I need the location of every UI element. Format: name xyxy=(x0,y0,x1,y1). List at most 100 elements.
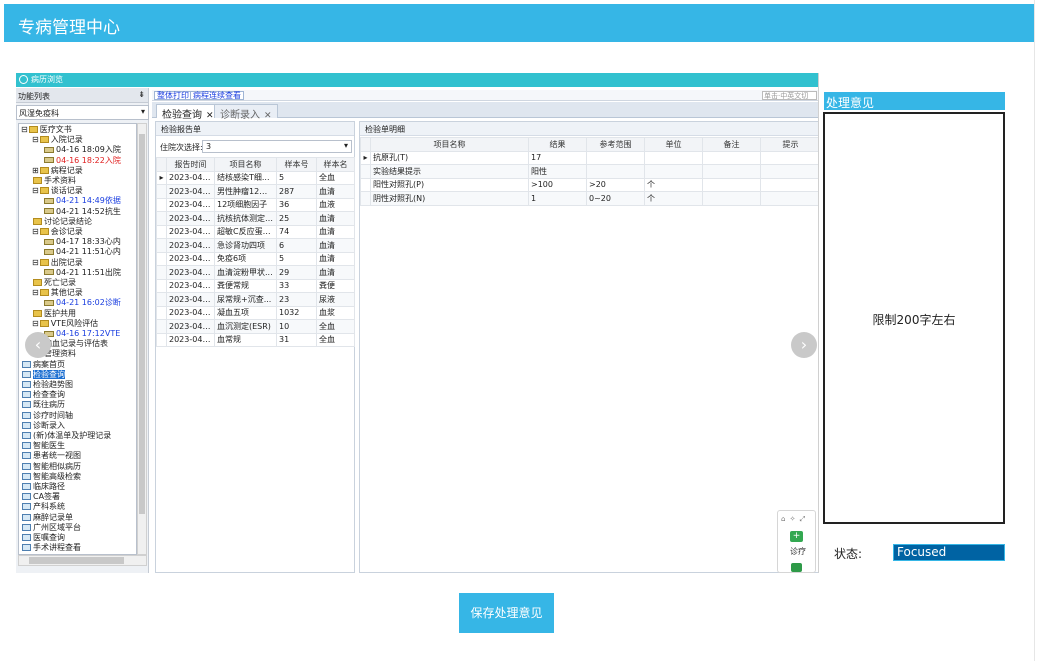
table-row[interactable]: 2023-04-1... 男性肿瘤12项... 287 血清 xyxy=(156,184,355,199)
table-row[interactable]: 2023-04-1... 粪便常规 33 粪便 xyxy=(156,278,355,293)
expand-toggle-icon[interactable]: ⊟ xyxy=(21,125,28,134)
expand-toggle-icon[interactable]: ⊞ xyxy=(32,166,39,175)
search-input[interactable]: 单击·中英文切 xyxy=(762,91,817,100)
tree-item[interactable]: 患者统一视图 xyxy=(21,451,81,461)
tree-item[interactable]: 死亡记录 xyxy=(32,278,76,288)
tree-item[interactable]: 既往病历 xyxy=(21,400,65,410)
tree-horizontal-scrollbar[interactable] xyxy=(18,555,147,566)
table-row[interactable]: 2023-04-1... 急诊肾功四项 6 血清 xyxy=(156,238,355,253)
visit-select[interactable]: 3 ▾ xyxy=(202,140,352,153)
table-row[interactable]: 2023-04-1... 12项细胞因子 36 血液 xyxy=(156,197,355,212)
tree-item[interactable]: 医嘱查询 xyxy=(21,533,65,543)
tree-item[interactable]: ⊟ VTE风险评估 xyxy=(32,319,98,329)
tree-item[interactable]: ⊟ 谈话记录 xyxy=(32,186,83,196)
table-row[interactable]: 阴性对照孔(N) 1 0~20 个 xyxy=(360,191,818,206)
table-row[interactable]: 实验结果提示 阳性 xyxy=(360,164,818,179)
table-row[interactable]: 2023-04-1... 凝血五项 1032 血浆 xyxy=(156,305,355,320)
table-row[interactable]: 2023-04-1... 血清淀粉甲状... 29 血清 xyxy=(156,265,355,280)
clinic-plus-icon[interactable]: + xyxy=(790,531,803,542)
tab-lab-query[interactable]: 检验查询 ✕ xyxy=(156,104,220,121)
table-row[interactable]: 2023-04-1... 抗核抗体测定(... 25 血清 xyxy=(156,211,355,226)
save-opinion-button[interactable]: 保存处理意见 xyxy=(459,593,554,633)
print-all-button[interactable]: 整体打印 xyxy=(154,91,192,100)
tree-item[interactable]: 医护共用 xyxy=(32,309,76,319)
pin-icon[interactable]: ⇟ xyxy=(138,90,145,99)
tree-item[interactable]: 04-21 16:02诊断 xyxy=(43,298,121,308)
tree-item[interactable]: 04-21 14:49依据 xyxy=(43,196,121,206)
tree-item[interactable]: CA签署 xyxy=(21,492,60,502)
column-header[interactable]: 备注 xyxy=(702,137,761,152)
close-icon[interactable]: ✕ xyxy=(264,111,272,121)
tree-item[interactable]: ⊟ 会诊记录 xyxy=(32,227,83,237)
table-row[interactable]: 阳性对照孔(P) >100 >20 个 xyxy=(360,177,818,192)
tree-item[interactable]: ⊟ 医疗文书 xyxy=(21,125,72,135)
table-row[interactable]: ▸ 抗原孔(T) 17 xyxy=(360,150,818,165)
tree-item[interactable]: 诊疗时间轴 xyxy=(21,411,73,421)
department-select[interactable]: 风湿免疫科 ▾ xyxy=(16,105,149,120)
expand-toggle-icon[interactable]: ⊟ xyxy=(32,186,39,195)
column-header[interactable]: 项目名称 xyxy=(214,157,277,172)
column-header[interactable]: 样本名 xyxy=(316,157,355,172)
continuous-view-button[interactable]: 病程连续查看 xyxy=(190,91,244,100)
tree-item[interactable]: 智能相似病历 xyxy=(21,462,81,472)
column-header[interactable]: 结果 xyxy=(528,137,587,152)
tree-item[interactable]: 产科系统 xyxy=(21,502,65,512)
tree-item[interactable]: 04-16 18:09入院 xyxy=(43,145,121,155)
expand-toggle-icon[interactable]: ⊟ xyxy=(32,319,39,328)
tab-diagnosis-entry[interactable]: 诊断录入 ✕ xyxy=(214,104,278,121)
table-row[interactable]: 2023-04-1... 免疫6项 5 血清 xyxy=(156,251,355,266)
column-header[interactable]: 报告时间 xyxy=(166,157,215,172)
tree-item[interactable]: 智能医生 xyxy=(21,441,65,451)
clinic-label[interactable]: 诊疗 xyxy=(790,546,806,557)
next-arrow-button[interactable]: › xyxy=(791,332,817,358)
expand-toggle-icon[interactable]: ⊟ xyxy=(32,135,39,144)
tree-item[interactable]: 广州区域平台 xyxy=(21,523,81,533)
expand-toggle-icon[interactable]: ⊟ xyxy=(32,258,39,267)
tree-item[interactable]: 讨论记录结论 xyxy=(32,217,92,227)
tree-item[interactable]: 04-21 14:52抗生 xyxy=(43,207,121,217)
tree-item[interactable]: 智能高级检索 xyxy=(21,472,81,482)
scrollbar-thumb[interactable] xyxy=(29,557,124,564)
tree-item[interactable]: 病案首页 xyxy=(21,360,65,370)
scrollbar-thumb[interactable] xyxy=(139,134,145,514)
tree-item[interactable]: 04-16 17:12VTE xyxy=(43,329,120,339)
prev-arrow-button[interactable]: ‹ xyxy=(25,332,51,358)
table-row[interactable]: 2023-04-1... 血沉测定(ESR) 10 全血 xyxy=(156,319,355,334)
lab-detail-rows: ▸ 抗原孔(T) 17 实验结果提示 阳性 阳性对照孔(P) >100 >20 个阴性对照孔(N… xyxy=(360,150,818,206)
tree-vertical-scrollbar[interactable] xyxy=(137,123,147,555)
tree-item[interactable]: 04-17 18:33心内 xyxy=(43,237,121,247)
tree-item[interactable]: 诊断录入 xyxy=(21,421,65,431)
table-cell: 血沉测定(ESR) xyxy=(214,319,277,334)
column-header[interactable]: 单位 xyxy=(644,137,703,152)
close-icon[interactable]: ✕ xyxy=(206,111,214,121)
column-header[interactable]: 项目名称 xyxy=(370,137,529,152)
table-row[interactable]: 2023-04-1... 血常规 31 全血 xyxy=(156,332,355,347)
tree-item[interactable]: 麻醉记录单 xyxy=(21,513,73,523)
expand-toggle-icon[interactable]: ⊟ xyxy=(32,227,39,236)
tree-item[interactable]: 手术讲程查看 xyxy=(21,543,81,553)
tree-item[interactable]: 临床路径 xyxy=(21,482,65,492)
tree-item[interactable]: ⊟ 其他记录 xyxy=(32,288,83,298)
tree-item[interactable]: 检验趋势图 xyxy=(21,380,73,390)
toolbox-controls-icon[interactable]: ⌂ ✧ ⤢ xyxy=(781,515,806,524)
tree-item[interactable]: 检验查询 xyxy=(21,369,65,380)
tree-item[interactable]: 04-21 11:51出院 xyxy=(43,268,121,278)
table-row[interactable]: 2023-04-1... 尿常规+沉查... 23 尿液 xyxy=(156,292,355,307)
table-row[interactable]: ▸ 2023-04-1... 结核感染T细... 5 全血 xyxy=(156,170,355,185)
status-select[interactable]: Focused xyxy=(893,544,1005,561)
table-row[interactable]: 2023-04-1... 超敏C反应蛋白... 74 血清 xyxy=(156,224,355,239)
column-header[interactable]: 提示 xyxy=(760,137,818,152)
tree-item[interactable]: ⊟ 入院记录 xyxy=(32,135,83,145)
opinion-textarea[interactable]: 限制200字左右 xyxy=(823,112,1005,524)
column-header[interactable]: 参考范围 xyxy=(586,137,645,152)
tree-item[interactable]: 04-16 18:22入院 xyxy=(43,156,121,166)
tree-item[interactable]: (新)体温单及护理记录 xyxy=(21,431,111,441)
expand-toggle-icon[interactable]: ⊟ xyxy=(32,288,39,297)
column-header[interactable]: 样本号 xyxy=(276,157,317,172)
tree-item[interactable]: ⊞ 病程记录 xyxy=(32,166,83,176)
clinic-secondary-icon[interactable] xyxy=(791,563,802,572)
tree-item[interactable]: 04-21 11:51心内 xyxy=(43,247,121,257)
tree-item[interactable]: ⊟ 出院记录 xyxy=(32,258,83,268)
tree-item[interactable]: 检查查询 xyxy=(21,390,65,400)
tree-item[interactable]: 手术资料 xyxy=(32,176,76,186)
